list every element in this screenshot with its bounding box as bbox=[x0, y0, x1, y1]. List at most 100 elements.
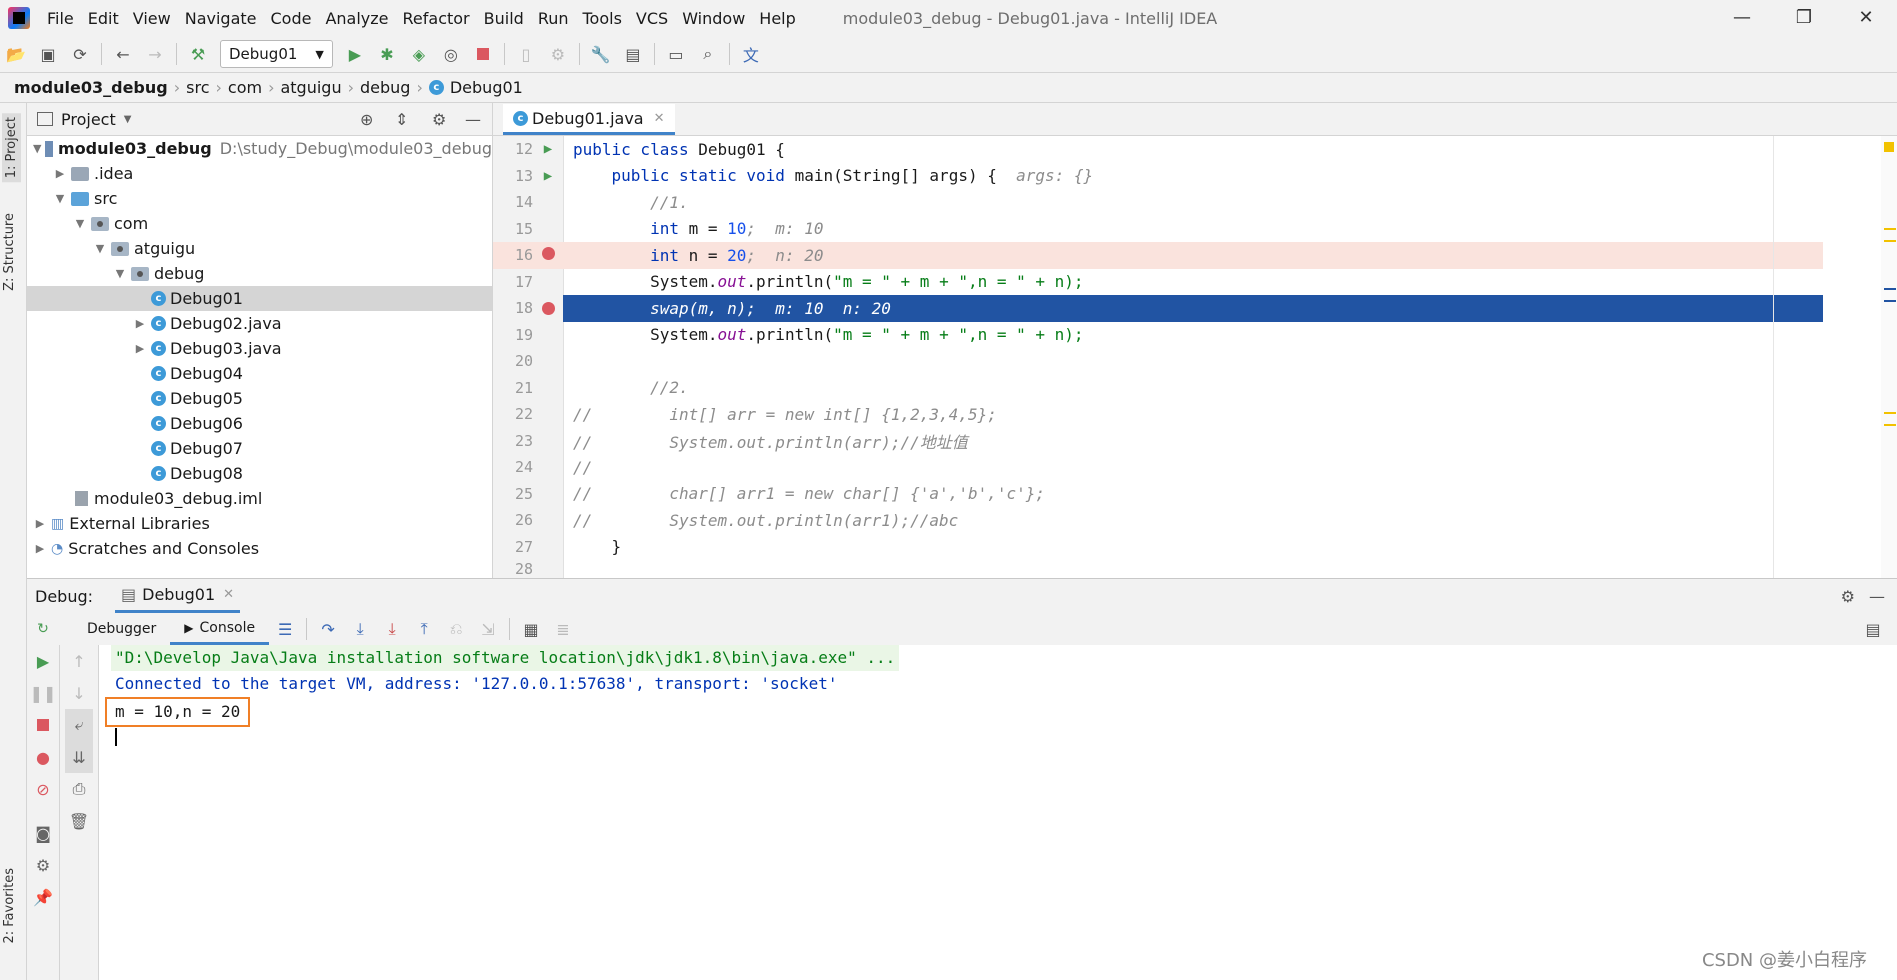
locate-icon[interactable]: ⊕ bbox=[360, 110, 373, 129]
step-over-icon[interactable]: ↷ bbox=[315, 616, 341, 642]
tree-item-scratches[interactable]: ▶ ◔ Scratches and Consoles bbox=[27, 536, 492, 561]
pin-icon[interactable]: 📌 bbox=[27, 881, 59, 913]
project-structure-icon[interactable]: ▤ bbox=[620, 41, 646, 67]
run-configuration-select[interactable]: Debug01 ▼ bbox=[220, 40, 333, 68]
trace-icon[interactable]: ≣ bbox=[550, 616, 576, 642]
force-step-into-icon[interactable]: ⤓ bbox=[379, 616, 405, 642]
stop-icon[interactable] bbox=[27, 709, 59, 741]
menu-window[interactable]: Window bbox=[675, 9, 752, 28]
chevron-right-icon[interactable]: ▶ bbox=[133, 342, 147, 355]
hide-icon[interactable]: — bbox=[465, 110, 481, 129]
tree-item-idea[interactable]: ▶ .idea bbox=[27, 161, 492, 186]
coverage-icon[interactable]: ◈ bbox=[406, 41, 432, 67]
chevron-down-icon[interactable]: ▼ bbox=[113, 267, 127, 280]
chevron-right-icon[interactable]: ▶ bbox=[53, 167, 67, 180]
forward-icon[interactable]: → bbox=[142, 41, 168, 67]
stop-icon[interactable] bbox=[470, 41, 496, 67]
tab-project[interactable]: 1: Project bbox=[2, 113, 21, 183]
breadcrumb-module[interactable]: module03_debug bbox=[14, 78, 174, 97]
chevron-right-icon[interactable]: ▶ bbox=[33, 517, 47, 530]
scroll-down-icon[interactable]: ↓ bbox=[60, 677, 98, 709]
chevron-down-icon[interactable]: ▼ bbox=[33, 142, 41, 155]
build-hammer-icon[interactable]: ⚒ bbox=[185, 41, 211, 67]
settings-icon[interactable]: ⚙ bbox=[27, 849, 59, 881]
tree-item-com[interactable]: ▼ com bbox=[27, 211, 492, 236]
gear-icon[interactable]: ⚙ bbox=[432, 110, 446, 129]
layout-settings-icon[interactable]: ▤ bbox=[1860, 616, 1886, 642]
tree-item-debug03[interactable]: ▶ c Debug03.java bbox=[27, 336, 492, 361]
tab-favorites[interactable]: 2: Favorites bbox=[2, 868, 17, 944]
run-to-cursor-icon[interactable]: ⇲ bbox=[475, 616, 501, 642]
tree-item-src[interactable]: ▼ src bbox=[27, 186, 492, 211]
menu-tools[interactable]: Tools bbox=[576, 9, 629, 28]
frames-menu-icon[interactable]: ☰ bbox=[272, 616, 298, 642]
close-icon[interactable]: ✕ bbox=[654, 111, 665, 126]
chevron-down-icon[interactable]: ▼ bbox=[73, 217, 87, 230]
tree-item-module[interactable]: ▼ module03_debug D:\study_Debug\module03… bbox=[27, 136, 492, 161]
minimize-icon[interactable]: — bbox=[1711, 0, 1773, 36]
breakpoint-icon[interactable] bbox=[541, 247, 555, 261]
resume-icon[interactable]: ▶ bbox=[27, 645, 59, 677]
collapse-icon[interactable]: ⇕ bbox=[395, 110, 408, 129]
trash-icon[interactable]: 🗑 bbox=[60, 805, 98, 837]
tab-structure[interactable]: Z: Structure bbox=[2, 213, 17, 291]
tab-debugger[interactable]: Debugger bbox=[73, 613, 170, 645]
tab-console[interactable]: ▶ Console bbox=[170, 613, 270, 645]
camera-icon[interactable]: ◙ bbox=[27, 817, 59, 849]
debug-session-tab[interactable]: ▤ Debug01 ✕ bbox=[115, 580, 241, 613]
menu-refactor[interactable]: Refactor bbox=[396, 9, 477, 28]
chevron-right-icon[interactable]: ▶ bbox=[133, 317, 147, 330]
chevron-down-icon[interactable]: ▼ bbox=[53, 192, 67, 205]
evaluate-expression-icon[interactable]: ▦ bbox=[518, 616, 544, 642]
tree-item-external-libraries[interactable]: ▶ ▥ External Libraries bbox=[27, 511, 492, 536]
project-title[interactable]: Project bbox=[61, 110, 116, 129]
tree-item-atguigu[interactable]: ▼ atguigu bbox=[27, 236, 492, 261]
attach-icon[interactable]: ▯ bbox=[513, 41, 539, 67]
tree-item-debug04[interactable]: c Debug04 bbox=[27, 361, 492, 386]
scroll-to-end-icon[interactable]: ⇊ bbox=[65, 741, 93, 773]
editor-scrollbar[interactable] bbox=[1881, 136, 1897, 578]
scroll-up-icon[interactable]: ↑ bbox=[60, 645, 98, 677]
breadcrumb-debug[interactable]: debug bbox=[354, 78, 416, 97]
sync-icon[interactable]: ⟳ bbox=[67, 41, 93, 67]
run-icon[interactable]: ▶ bbox=[342, 41, 368, 67]
close-icon[interactable]: ✕ bbox=[1835, 0, 1897, 36]
console-output[interactable]: "D:\Develop Java\Java installation softw… bbox=[99, 645, 1897, 980]
hide-icon[interactable]: — bbox=[1869, 587, 1885, 606]
menu-code[interactable]: Code bbox=[264, 9, 319, 28]
menu-view[interactable]: View bbox=[126, 9, 178, 28]
restore-icon[interactable]: ❐ bbox=[1773, 0, 1835, 36]
step-out-icon[interactable]: ⤒ bbox=[411, 616, 437, 642]
gear-icon[interactable]: ⚙ bbox=[1841, 587, 1855, 606]
chevron-down-icon[interactable]: ▼ bbox=[124, 114, 132, 125]
menu-build[interactable]: Build bbox=[477, 9, 531, 28]
tree-item-debug[interactable]: ▼ debug bbox=[27, 261, 492, 286]
close-icon[interactable]: ✕ bbox=[223, 587, 234, 602]
menu-run[interactable]: Run bbox=[531, 9, 576, 28]
tree-item-debug01[interactable]: c Debug01 bbox=[27, 286, 492, 311]
step-into-icon[interactable]: ⤓ bbox=[347, 616, 373, 642]
menu-navigate[interactable]: Navigate bbox=[178, 9, 264, 28]
editor-tab-debug01[interactable]: c Debug01.java ✕ bbox=[503, 104, 675, 135]
breakpoint-icon[interactable] bbox=[541, 301, 555, 315]
run-gutter-icon[interactable]: ▶ bbox=[533, 141, 563, 157]
wrench-icon[interactable]: 🔧 bbox=[588, 41, 614, 67]
menu-analyze[interactable]: Analyze bbox=[318, 9, 395, 28]
breadcrumb-com[interactable]: com bbox=[222, 78, 268, 97]
terminal-icon[interactable]: ▭ bbox=[663, 41, 689, 67]
translate-icon[interactable]: 文 bbox=[738, 41, 764, 67]
menu-help[interactable]: Help bbox=[752, 9, 802, 28]
gear-attach-icon[interactable]: ⚙ bbox=[545, 41, 571, 67]
open-folder-icon[interactable]: 📂 bbox=[3, 41, 29, 67]
save-icon[interactable]: ▣ bbox=[35, 41, 61, 67]
tree-item-iml[interactable]: module03_debug.iml bbox=[27, 486, 492, 511]
chevron-right-icon[interactable]: ▶ bbox=[33, 542, 47, 555]
print-icon[interactable]: ⎙ bbox=[60, 773, 98, 805]
tree-item-debug06[interactable]: c Debug06 bbox=[27, 411, 492, 436]
menu-edit[interactable]: Edit bbox=[81, 9, 126, 28]
mute-breakpoints-icon[interactable]: ⊘ bbox=[27, 773, 59, 805]
menu-vcs[interactable]: VCS bbox=[629, 9, 675, 28]
tree-item-debug02[interactable]: ▶ c Debug02.java bbox=[27, 311, 492, 336]
breadcrumb-debug01[interactable]: Debug01 bbox=[448, 78, 529, 97]
menu-file[interactable]: File bbox=[40, 9, 81, 28]
